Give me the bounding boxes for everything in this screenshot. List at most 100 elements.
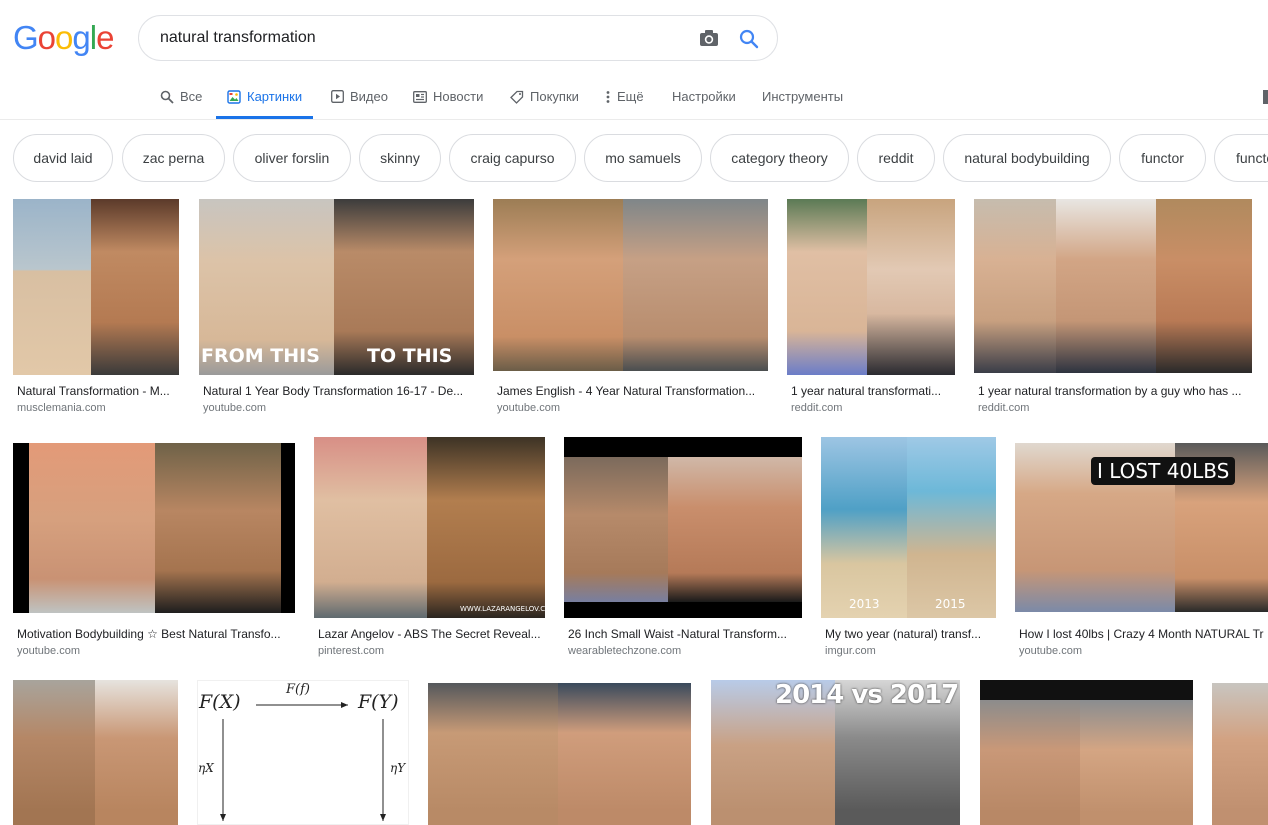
search-icon [160,90,174,104]
result-source: youtube.com [17,645,80,657]
result-caption[interactable]: My two year (natural) transf... [825,627,993,641]
search-input[interactable] [160,27,680,49]
result-thumbnail[interactable] [13,199,179,375]
search-tabs: Все Картинки Видео Новости Покупки Ещё Н… [0,75,1268,120]
result-thumbnail[interactable]: 2013 2015 [821,437,996,618]
chip[interactable]: david laid [13,134,113,182]
chip-label: functor [1141,150,1184,166]
tab-label: Инструменты [762,89,844,104]
image-result[interactable]: Natural Transformation - M... musclemani… [13,199,179,415]
chip[interactable]: craig capurso [449,134,576,182]
result-source: musclemania.com [17,402,106,414]
tab-shopping[interactable]: Покупки [510,75,579,118]
logo-letter: g [72,19,90,56]
result-thumbnail[interactable]: FROM THIS TO THIS [199,199,474,375]
more-vert-icon [605,90,611,104]
news-icon [413,90,427,103]
tab-label: Видео [350,89,388,104]
tab-settings[interactable]: Настройки [672,75,736,118]
result-caption[interactable]: Lazar Angelov - ABS The Secret Reveal... [318,627,542,641]
overlay-text: TO THIS [367,345,453,367]
tab-label: Картинки [247,89,303,104]
image-result[interactable] [980,680,1193,825]
video-icon [331,90,344,103]
scrollbar-edge [1263,90,1268,104]
result-source: reddit.com [978,402,1030,414]
result-caption[interactable]: James English - 4 Year Natural Transform… [497,384,765,398]
overlay-text: 2014 vs 2017 [775,680,959,710]
chip[interactable]: natural bodybuilding [943,134,1111,182]
search-icon[interactable] [738,28,760,50]
image-result[interactable]: I LOST 40LBS How I lost 40lbs | Crazy 4 … [1015,437,1268,659]
tab-video[interactable]: Видео [331,75,388,118]
logo-letter: G [13,19,39,56]
google-logo[interactable]: Google [13,18,114,58]
image-result[interactable]: 2013 2015 My two year (natural) transf..… [821,437,996,659]
year-label: 2015 [935,597,966,611]
image-result[interactable]: James English - 4 Year Natural Transform… [493,199,768,415]
chip-label: mo samuels [605,150,681,166]
image-result[interactable]: Motivation Bodybuilding ☆ Best Natural T… [13,437,295,659]
image-result[interactable]: 26 Inch Small Waist -Natural Transform..… [564,437,802,659]
math-label: F(X) [199,691,241,713]
chip[interactable]: skinny [359,134,441,182]
result-source: wearabletechzone.com [568,645,682,657]
result-caption[interactable]: 1 year natural transformati... [791,384,951,398]
result-caption[interactable]: Motivation Bodybuilding ☆ Best Natural T… [17,627,293,641]
chip[interactable]: zac perna [122,134,225,182]
watermark-text: WWW.LAZARANGELOV.COM [460,605,545,613]
year-label: 2013 [849,597,880,611]
result-thumbnail[interactable]: WWW.LAZARANGELOV.COM [314,437,545,618]
image-result[interactable]: WWW.LAZARANGELOV.COM Lazar Angelov - ABS… [314,437,545,659]
logo-letter: e [96,19,114,56]
chip[interactable]: functor [1214,134,1268,182]
math-label: ηX [198,761,214,775]
chip-label: category theory [731,150,828,166]
result-thumbnail[interactable] [428,683,691,825]
tab-images[interactable]: Картинки [216,75,314,119]
math-label: F(f) [286,682,310,697]
result-thumbnail[interactable] [787,199,955,375]
image-result[interactable]: F(X) F(f) F(Y) ηX ηY [197,680,409,825]
image-result[interactable] [428,683,691,825]
image-result[interactable]: FROM THIS TO THIS Natural 1 Year Body Tr… [199,199,474,415]
result-thumbnail[interactable] [13,443,295,613]
overlay-text: I LOST 40LBS [1091,457,1236,485]
result-caption[interactable]: 1 year natural transformation by a guy w… [978,384,1250,398]
tab-all[interactable]: Все [160,75,202,118]
result-caption[interactable]: Natural Transformation - M... [17,384,177,398]
chip[interactable]: oliver forslin [233,134,351,182]
image-result[interactable] [1212,683,1268,825]
image-result[interactable]: 2014 vs 2017 [711,680,960,825]
result-thumbnail[interactable] [974,199,1252,373]
chip[interactable]: category theory [710,134,849,182]
result-source: youtube.com [497,402,560,414]
search-box [138,15,778,61]
result-thumbnail[interactable] [980,680,1193,825]
chip[interactable]: functor [1119,134,1206,182]
logo-letter: o [55,19,73,56]
result-thumbnail[interactable]: 2014 vs 2017 [711,680,960,825]
image-result[interactable] [13,680,178,825]
overlay-text: FROM THIS [201,345,320,367]
result-thumbnail[interactable] [1212,683,1268,825]
result-caption[interactable]: How I lost 40lbs | Crazy 4 Month NATURAL… [1019,627,1268,641]
chip[interactable]: mo samuels [584,134,702,182]
camera-icon[interactable] [698,28,720,48]
result-thumbnail[interactable] [493,199,768,371]
tab-more[interactable]: Ещё [605,75,644,118]
result-caption[interactable]: 26 Inch Small Waist -Natural Transform..… [568,627,800,641]
chip-label: reddit [878,150,914,166]
chip-label: craig capurso [470,150,555,166]
image-result[interactable]: 1 year natural transformati... reddit.co… [787,199,955,415]
tab-label: Ещё [617,89,644,104]
tab-tools[interactable]: Инструменты [762,75,843,118]
result-caption[interactable]: Natural 1 Year Body Transformation 16-17… [203,384,471,398]
result-thumbnail[interactable] [13,680,178,825]
chip[interactable]: reddit [857,134,935,182]
result-thumbnail[interactable] [564,437,802,618]
result-source: reddit.com [791,402,843,414]
tab-news[interactable]: Новости [413,75,483,118]
result-thumbnail[interactable]: I LOST 40LBS [1015,443,1268,612]
image-result[interactable]: 1 year natural transformation by a guy w… [974,199,1252,415]
